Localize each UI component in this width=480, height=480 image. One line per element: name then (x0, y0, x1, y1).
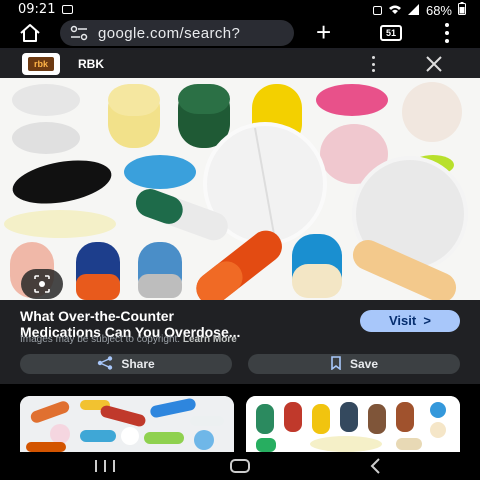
source-name[interactable]: RBK (78, 57, 104, 71)
lens-icon[interactable] (21, 269, 63, 299)
source-header: rbk RBK (0, 50, 480, 78)
related-image-2[interactable] (246, 396, 460, 452)
status-right-icons: 68% (372, 2, 466, 18)
status-time: 09:21 (18, 2, 56, 17)
back-icon[interactable] (368, 457, 382, 475)
result-info-panel: What Over-the-Counter Medications Can Yo… (0, 300, 480, 384)
share-button[interactable]: Share (20, 354, 232, 374)
bookmark-icon (330, 355, 342, 373)
browser-toolbar: google.com/search? + 51 (0, 18, 480, 48)
more-options-icon[interactable] (372, 56, 376, 72)
save-button[interactable]: Save (248, 354, 460, 374)
url-text[interactable]: google.com/search? (98, 25, 240, 42)
visit-button[interactable]: Visit > (360, 310, 460, 332)
wifi-icon (388, 3, 402, 18)
related-image-1[interactable] (20, 396, 234, 452)
tab-count: 51 (385, 28, 396, 38)
gallery-notification-icon (62, 2, 73, 17)
copyright-notice: Images may be subject to copyright. Lear… (20, 334, 237, 345)
source-logo-text: rbk (28, 57, 54, 71)
plus-icon[interactable]: + (316, 19, 331, 45)
home-icon[interactable] (18, 22, 42, 44)
related-results (0, 384, 480, 452)
system-nav-bar (0, 452, 480, 480)
visit-label: Visit (388, 313, 417, 328)
result-title-line-1: What Over-the-Counter (20, 308, 174, 324)
recent-apps-icon[interactable] (95, 460, 115, 472)
camera-notification-icon (372, 3, 382, 18)
share-label: Share (121, 357, 155, 371)
close-icon[interactable] (424, 54, 444, 74)
battery-percent: 68% (425, 2, 452, 18)
source-logo[interactable]: rbk (22, 53, 60, 75)
result-image[interactable] (0, 78, 480, 300)
save-label: Save (349, 357, 379, 371)
chevron-right-icon: > (419, 313, 432, 328)
nav-home-icon[interactable] (230, 459, 250, 473)
overflow-menu-icon[interactable] (444, 23, 450, 43)
address-bar[interactable]: google.com/search? (60, 20, 294, 46)
tabs-icon[interactable]: 51 (380, 25, 402, 41)
learn-more-link[interactable]: Learn More (183, 334, 237, 345)
signal-icon (407, 3, 420, 18)
battery-icon (458, 2, 466, 18)
copyright-text: Images may be subject to copyright. (20, 334, 181, 345)
status-bar: 09:21 68% (0, 0, 480, 18)
site-settings-icon[interactable] (70, 25, 88, 41)
share-icon (97, 355, 113, 373)
